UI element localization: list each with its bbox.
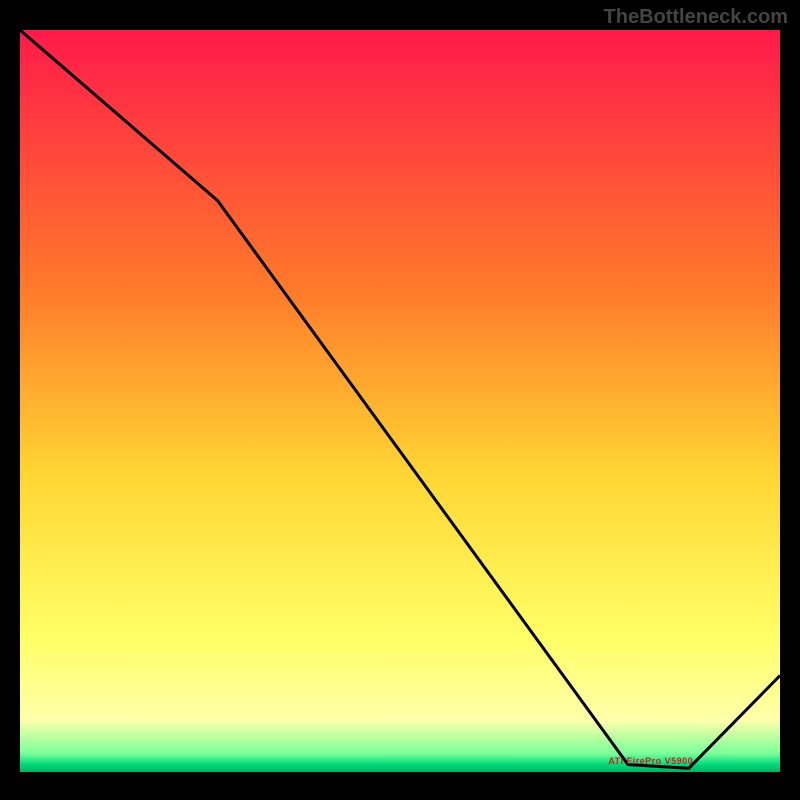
plot-area: ΑΤΙ FirePro V5900 bbox=[20, 30, 780, 772]
watermark-text: TheBottleneck.com bbox=[604, 6, 788, 29]
chart-line bbox=[20, 30, 780, 768]
line-chart bbox=[20, 30, 780, 772]
data-point-label: ΑΤΙ FirePro V5900 bbox=[608, 756, 693, 766]
chart-container: ΑΤΙ FirePro V5900 bbox=[20, 30, 780, 788]
